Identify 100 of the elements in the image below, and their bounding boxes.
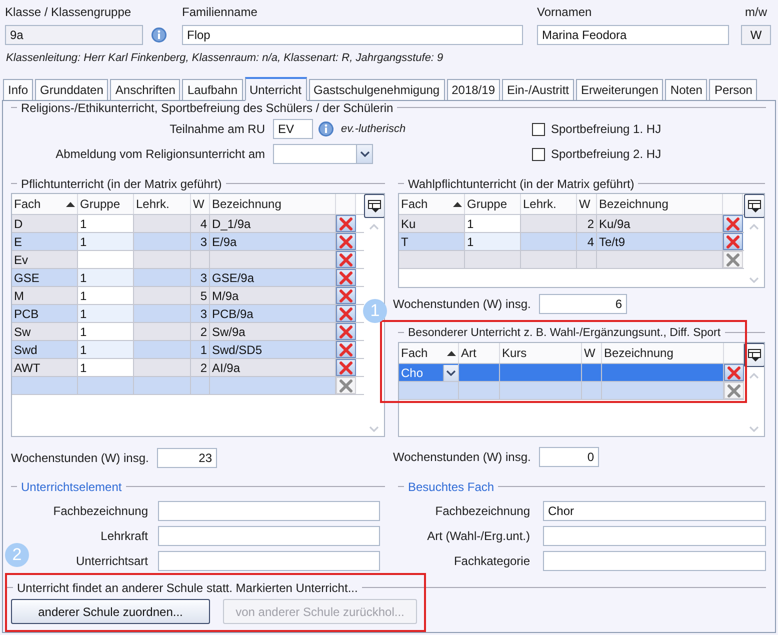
total-field[interactable]: 23 xyxy=(157,448,217,468)
column-header[interactable]: Bezeichnung xyxy=(597,194,723,214)
tab[interactable]: Laufbahn xyxy=(182,79,242,100)
input-field[interactable] xyxy=(158,526,380,546)
table-row[interactable]: M 1 5 M/9a xyxy=(12,287,364,305)
tab[interactable]: Grunddaten xyxy=(35,79,108,100)
column-header[interactable]: W xyxy=(577,194,597,214)
tab[interactable]: Ein-/Austritt xyxy=(502,79,574,100)
table-cell: D_1/9a xyxy=(210,215,336,232)
tab[interactable]: Person xyxy=(709,79,758,100)
column-header[interactable]: Fach xyxy=(399,194,465,214)
subject-dropdown[interactable]: Cho xyxy=(399,364,459,381)
sort-arrow-icon[interactable] xyxy=(66,202,75,206)
table-cell xyxy=(78,377,134,394)
input-field[interactable]: W xyxy=(741,25,771,45)
delete-button[interactable] xyxy=(723,215,743,232)
delete-button[interactable] xyxy=(723,251,743,268)
table-cell: 1 xyxy=(78,323,134,340)
column-header[interactable]: Kurs xyxy=(500,343,582,363)
field-label: Fachkategorie xyxy=(454,554,530,568)
delete-button[interactable] xyxy=(336,341,356,358)
column-header[interactable]: Fach xyxy=(12,194,78,214)
delete-button[interactable] xyxy=(724,382,744,399)
table-cell xyxy=(134,341,191,358)
date-dropdown[interactable] xyxy=(273,144,373,164)
tab[interactable]: Noten xyxy=(665,79,708,100)
column-header[interactable]: Gruppe xyxy=(465,194,521,214)
total-field[interactable]: 0 xyxy=(539,447,599,467)
chevron-down-icon xyxy=(749,426,759,432)
tab[interactable]: 2018/19 xyxy=(446,79,500,100)
action-button[interactable]: anderer Schule zuordnen... xyxy=(11,599,210,624)
column-chooser-button[interactable] xyxy=(744,343,764,367)
delete-button[interactable] xyxy=(336,269,356,286)
table-row[interactable]: Swd 1 1 Swd/SD5 xyxy=(12,341,364,359)
column-chooser-button[interactable] xyxy=(364,194,384,218)
table-cell: 4 xyxy=(191,215,210,232)
sort-arrow-icon[interactable] xyxy=(447,350,456,356)
table-row[interactable]: D 1 4 D_1/9a xyxy=(12,215,364,233)
table-row[interactable]: E 1 3 E/9a xyxy=(12,233,364,251)
column-header[interactable]: W xyxy=(582,343,602,363)
table-row[interactable]: AWT 1 2 AI/9a xyxy=(12,359,364,377)
delete-button[interactable] xyxy=(724,364,744,381)
field-label: Klasse / Klassengruppe xyxy=(5,5,132,19)
table-cell: AI/9a xyxy=(210,359,336,376)
column-header[interactable]: Fach xyxy=(399,343,459,363)
delete-button[interactable] xyxy=(336,305,356,322)
delete-button[interactable] xyxy=(336,323,356,340)
delete-button[interactable] xyxy=(336,251,356,268)
table-row[interactable]: T 1 4 Te/t9 xyxy=(399,233,744,251)
table-row[interactable]: Ev xyxy=(12,251,364,269)
field-label: Wochenstunden (W) insg. xyxy=(11,451,150,465)
table-cell xyxy=(134,269,191,286)
column-header[interactable]: Lehrk. xyxy=(134,194,191,214)
input-field[interactable] xyxy=(543,526,766,546)
column-header[interactable]: W xyxy=(191,194,210,214)
delete-button[interactable] xyxy=(336,215,356,232)
tab[interactable]: Erweiterungen xyxy=(576,79,664,100)
tab[interactable]: Info xyxy=(3,79,34,100)
column-header[interactable]: Gruppe xyxy=(78,194,134,214)
checkbox[interactable] xyxy=(532,122,545,136)
section-title: Religions-/Ethikunterricht, Sportbefreiung des Schülers / der Schülerin xyxy=(21,100,394,114)
sort-arrow-icon[interactable] xyxy=(453,202,462,206)
tab[interactable]: Anschriften xyxy=(110,79,180,100)
column-header[interactable]: Bezeichnung xyxy=(602,343,724,363)
section-title: Besonderer Unterricht z. B. Wahl-/Ergänzungsunt., Diff. Sport xyxy=(408,326,721,338)
input-field[interactable]: EV xyxy=(273,119,313,139)
field-label: Wochenstunden (W) insg. xyxy=(393,297,532,311)
table-row[interactable]: Cho xyxy=(399,364,744,382)
table-cell: 2 xyxy=(191,323,210,340)
tab[interactable]: Unterricht xyxy=(244,77,307,101)
delete-button[interactable] xyxy=(336,287,356,304)
delete-button[interactable] xyxy=(336,359,356,376)
input-field[interactable]: Flop xyxy=(182,25,523,45)
delete-button[interactable] xyxy=(336,233,356,250)
table-row[interactable]: Ku 1 2 Ku/9a xyxy=(399,215,744,233)
table-row[interactable]: GSE 1 3 GSE/9a xyxy=(12,269,364,287)
checkbox[interactable] xyxy=(532,148,545,160)
table-cell xyxy=(191,377,210,394)
table-cell: Sw xyxy=(12,323,78,340)
table-row[interactable]: PCB 1 3 PCB/9a xyxy=(12,305,364,323)
column-chooser-button[interactable] xyxy=(744,194,764,218)
chevron-down-icon xyxy=(446,370,456,376)
input-field[interactable]: Chor xyxy=(543,501,766,521)
column-header[interactable]: Bezeichnung xyxy=(210,194,336,214)
field-label: Wochenstunden (W) insg. xyxy=(393,450,532,464)
total-field[interactable]: 6 xyxy=(539,294,627,314)
tab[interactable]: Gastschulgenehmigung xyxy=(308,79,445,100)
delete-button[interactable] xyxy=(336,377,356,394)
input-field[interactable] xyxy=(158,501,380,521)
input-field[interactable]: Marina Feodora xyxy=(537,25,729,45)
section-title: Besuchtes Fach xyxy=(408,480,494,494)
x-icon xyxy=(339,234,353,248)
field-label: m/w xyxy=(745,5,767,19)
column-header[interactable]: Art xyxy=(459,343,500,363)
input-field[interactable] xyxy=(543,551,766,571)
input-field[interactable]: 9a xyxy=(5,25,143,45)
input-field[interactable] xyxy=(158,551,380,571)
column-header[interactable]: Lehrk. xyxy=(521,194,577,214)
delete-button[interactable] xyxy=(723,233,743,250)
table-row[interactable]: Sw 1 2 Sw/9a xyxy=(12,323,364,341)
